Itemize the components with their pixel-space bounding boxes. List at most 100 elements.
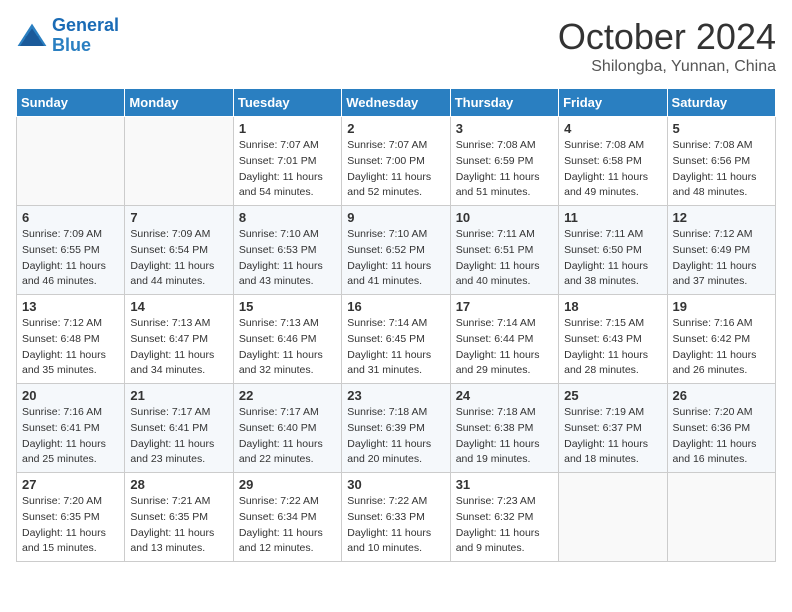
sunrise-text: Sunrise: 7:15 AM	[564, 316, 661, 332]
day-info: Sunrise: 7:16 AMSunset: 6:42 PMDaylight:…	[673, 316, 770, 379]
sunrise-text: Sunrise: 7:21 AM	[130, 494, 227, 510]
sunset-text: Sunset: 6:49 PM	[673, 243, 770, 259]
calendar-cell: 31Sunrise: 7:23 AMSunset: 6:32 PMDayligh…	[450, 473, 558, 562]
day-number: 7	[130, 210, 227, 225]
day-number: 26	[673, 388, 770, 403]
daylight-text: Daylight: 11 hours and 35 minutes.	[22, 348, 119, 380]
sunrise-text: Sunrise: 7:07 AM	[347, 138, 444, 154]
sunrise-text: Sunrise: 7:16 AM	[673, 316, 770, 332]
day-info: Sunrise: 7:12 AMSunset: 6:48 PMDaylight:…	[22, 316, 119, 379]
sunset-text: Sunset: 6:44 PM	[456, 332, 553, 348]
calendar-week-row: 1Sunrise: 7:07 AMSunset: 7:01 PMDaylight…	[17, 117, 776, 206]
sunrise-text: Sunrise: 7:22 AM	[347, 494, 444, 510]
sunset-text: Sunset: 6:33 PM	[347, 510, 444, 526]
day-info: Sunrise: 7:12 AMSunset: 6:49 PMDaylight:…	[673, 227, 770, 290]
day-number: 2	[347, 121, 444, 136]
sunrise-text: Sunrise: 7:20 AM	[22, 494, 119, 510]
daylight-text: Daylight: 11 hours and 16 minutes.	[673, 437, 770, 469]
day-number: 17	[456, 299, 553, 314]
sunrise-text: Sunrise: 7:11 AM	[456, 227, 553, 243]
sunset-text: Sunset: 6:37 PM	[564, 421, 661, 437]
sunset-text: Sunset: 7:01 PM	[239, 154, 336, 170]
day-number: 11	[564, 210, 661, 225]
day-number: 27	[22, 477, 119, 492]
sunrise-text: Sunrise: 7:10 AM	[347, 227, 444, 243]
daylight-text: Daylight: 11 hours and 51 minutes.	[456, 170, 553, 202]
sunrise-text: Sunrise: 7:18 AM	[456, 405, 553, 421]
day-number: 18	[564, 299, 661, 314]
daylight-text: Daylight: 11 hours and 41 minutes.	[347, 259, 444, 291]
day-number: 29	[239, 477, 336, 492]
day-number: 23	[347, 388, 444, 403]
daylight-text: Daylight: 11 hours and 19 minutes.	[456, 437, 553, 469]
day-info: Sunrise: 7:21 AMSunset: 6:35 PMDaylight:…	[130, 494, 227, 557]
daylight-text: Daylight: 11 hours and 18 minutes.	[564, 437, 661, 469]
day-info: Sunrise: 7:14 AMSunset: 6:45 PMDaylight:…	[347, 316, 444, 379]
logo-text: General Blue	[52, 16, 119, 56]
calendar-cell	[17, 117, 125, 206]
daylight-text: Daylight: 11 hours and 32 minutes.	[239, 348, 336, 380]
day-info: Sunrise: 7:20 AMSunset: 6:35 PMDaylight:…	[22, 494, 119, 557]
location-subtitle: Shilongba, Yunnan, China	[558, 58, 776, 76]
calendar-week-row: 20Sunrise: 7:16 AMSunset: 6:41 PMDayligh…	[17, 384, 776, 473]
calendar-cell: 24Sunrise: 7:18 AMSunset: 6:38 PMDayligh…	[450, 384, 558, 473]
day-info: Sunrise: 7:13 AMSunset: 6:47 PMDaylight:…	[130, 316, 227, 379]
calendar-cell: 27 Sunrise: 7:20 AMSunset: 6:35 PMDayligh…	[17, 473, 125, 562]
logo: General Blue	[16, 16, 119, 56]
month-title: October 2024	[558, 16, 776, 58]
daylight-text: Daylight: 11 hours and 49 minutes.	[564, 170, 661, 202]
day-number: 28	[130, 477, 227, 492]
calendar-week-row: 27Sunrise: 7:20 AMSunset: 6:35 PMDayligh…	[17, 473, 776, 562]
sunrise-text: Sunrise: 7:22 AM	[239, 494, 336, 510]
sunset-text: Sunset: 6:58 PM	[564, 154, 661, 170]
weekday-header: Saturday	[667, 89, 775, 117]
calendar-cell: 26 Sunrise: 7:20 AMSunset: 6:36 PMDayligh…	[667, 384, 775, 473]
weekday-header: Sunday	[17, 89, 125, 117]
sunrise-text: Sunrise: 7:10 AM	[239, 227, 336, 243]
calendar-cell	[667, 473, 775, 562]
logo-icon	[16, 22, 48, 50]
title-block: October 2024 Shilongba, Yunnan, China	[558, 16, 776, 76]
day-info: Sunrise: 7:20 AMSunset: 6:36 PMDaylight:…	[673, 405, 770, 468]
day-number: 12	[673, 210, 770, 225]
calendar-cell: 9Sunrise: 7:10 AMSunset: 6:52 PMDaylight…	[342, 206, 450, 295]
day-number: 5	[673, 121, 770, 136]
day-number: 19	[673, 299, 770, 314]
calendar-cell: 19 Sunrise: 7:16 AMSunset: 6:42 PMDayligh…	[667, 295, 775, 384]
day-info: Sunrise: 7:17 AMSunset: 6:41 PMDaylight:…	[130, 405, 227, 468]
sunset-text: Sunset: 7:00 PM	[347, 154, 444, 170]
sunset-text: Sunset: 6:45 PM	[347, 332, 444, 348]
daylight-text: Daylight: 11 hours and 28 minutes.	[564, 348, 661, 380]
sunrise-text: Sunrise: 7:09 AM	[22, 227, 119, 243]
calendar-cell: 2Sunrise: 7:07 AMSunset: 7:00 PMDaylight…	[342, 117, 450, 206]
sunrise-text: Sunrise: 7:07 AM	[239, 138, 336, 154]
daylight-text: Daylight: 11 hours and 25 minutes.	[22, 437, 119, 469]
sunset-text: Sunset: 6:50 PM	[564, 243, 661, 259]
day-info: Sunrise: 7:10 AMSunset: 6:52 PMDaylight:…	[347, 227, 444, 290]
sunrise-text: Sunrise: 7:18 AM	[347, 405, 444, 421]
sunrise-text: Sunrise: 7:19 AM	[564, 405, 661, 421]
daylight-text: Daylight: 11 hours and 12 minutes.	[239, 526, 336, 558]
day-info: Sunrise: 7:23 AMSunset: 6:32 PMDaylight:…	[456, 494, 553, 557]
sunset-text: Sunset: 6:41 PM	[130, 421, 227, 437]
sunset-text: Sunset: 6:42 PM	[673, 332, 770, 348]
weekday-header-row: SundayMondayTuesdayWednesdayThursdayFrid…	[17, 89, 776, 117]
daylight-text: Daylight: 11 hours and 34 minutes.	[130, 348, 227, 380]
day-info: Sunrise: 7:18 AMSunset: 6:38 PMDaylight:…	[456, 405, 553, 468]
day-number: 3	[456, 121, 553, 136]
calendar-cell: 25Sunrise: 7:19 AMSunset: 6:37 PMDayligh…	[559, 384, 667, 473]
sunset-text: Sunset: 6:40 PM	[239, 421, 336, 437]
day-info: Sunrise: 7:22 AMSunset: 6:34 PMDaylight:…	[239, 494, 336, 557]
weekday-header: Wednesday	[342, 89, 450, 117]
day-info: Sunrise: 7:09 AMSunset: 6:55 PMDaylight:…	[22, 227, 119, 290]
day-number: 10	[456, 210, 553, 225]
calendar-cell: 29 Sunrise: 7:22 AMSunset: 6:34 PMDayligh…	[233, 473, 341, 562]
calendar-cell: 22Sunrise: 7:17 AMSunset: 6:40 PMDayligh…	[233, 384, 341, 473]
calendar-cell: 14Sunrise: 7:13 AMSunset: 6:47 PMDayligh…	[125, 295, 233, 384]
calendar-cell: 4Sunrise: 7:08 AMSunset: 6:58 PMDaylight…	[559, 117, 667, 206]
logo-blue: Blue	[52, 36, 119, 56]
daylight-text: Daylight: 11 hours and 29 minutes.	[456, 348, 553, 380]
calendar-table: SundayMondayTuesdayWednesdayThursdayFrid…	[16, 88, 776, 562]
calendar-week-row: 6Sunrise: 7:09 AMSunset: 6:55 PMDaylight…	[17, 206, 776, 295]
sunset-text: Sunset: 6:35 PM	[22, 510, 119, 526]
